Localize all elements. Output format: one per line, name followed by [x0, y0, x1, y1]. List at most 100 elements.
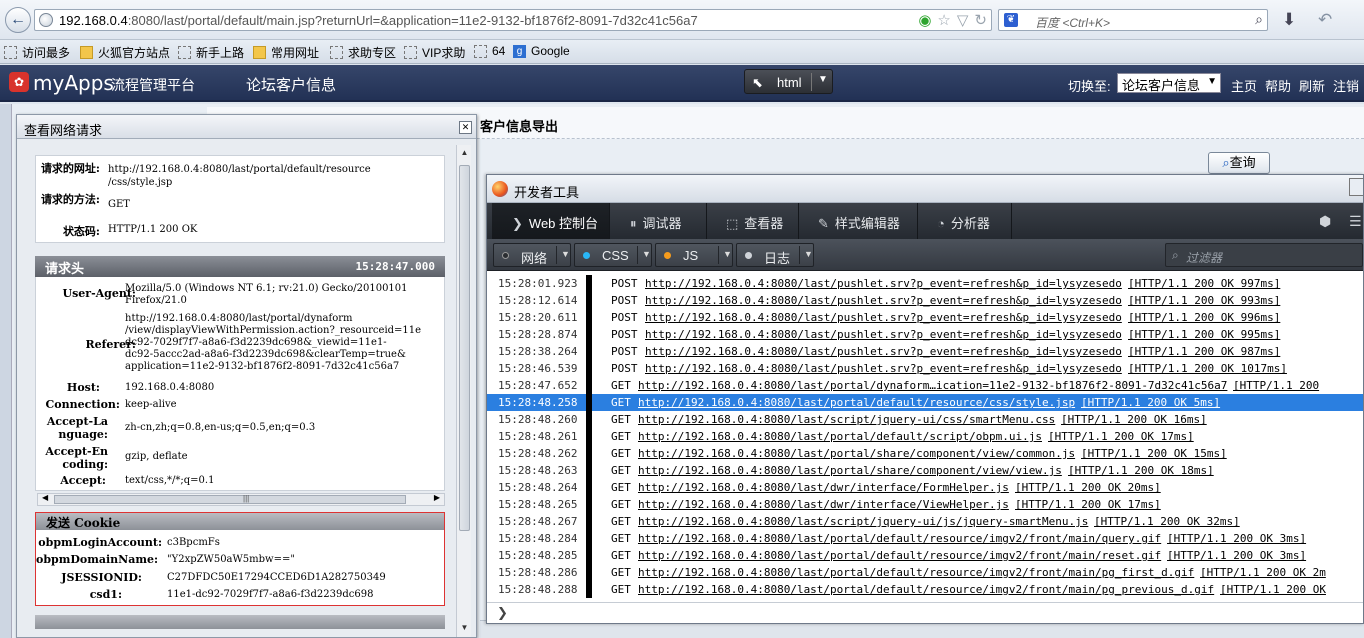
scroll-left-icon[interactable]: ◀ — [42, 493, 48, 502]
log-url-link[interactable]: http://192.168.0.4:8080/last/pushlet.srv… — [645, 277, 1122, 290]
log-status-link[interactable]: [HTTP/1.1 200 OK 16ms] — [1061, 413, 1207, 426]
chevron-down-icon[interactable]: ▼ — [818, 74, 828, 85]
bookmark-vip-help[interactable]: VIP求助 — [404, 44, 465, 61]
log-row[interactable]: 15:28:48.262 GET http://192.168.0.4:8080/l… — [487, 445, 1363, 462]
scroll-up-icon[interactable]: ▲ — [457, 148, 472, 157]
log-row[interactable]: 15:28:48.258 GET http://192.168.0.4:8080/l… — [487, 394, 1363, 411]
log-status-link[interactable]: [HTTP/1.1 200 OK 5ms] — [1081, 396, 1220, 409]
log-url-link[interactable]: http://192.168.0.4:8080/last/portal/defa… — [638, 566, 1194, 579]
filter-net-button[interactable]: 网络 ▼ — [493, 243, 571, 267]
log-url-link[interactable]: http://192.168.0.4:8080/last/script/jque… — [638, 515, 1088, 528]
log-status-link[interactable]: [HTTP/1.1 200 — [1233, 379, 1319, 392]
scroll-thumb[interactable] — [459, 165, 470, 531]
log-status-link[interactable]: [HTTP/1.1 200 OK 17ms] — [1015, 498, 1161, 511]
log-url-link[interactable]: http://192.168.0.4:8080/last/portal/shar… — [638, 447, 1075, 460]
log-url-link[interactable]: http://192.168.0.4:8080/last/pushlet.srv… — [645, 294, 1122, 307]
log-status-link[interactable]: [HTTP/1.1 200 OK 995ms] — [1128, 328, 1280, 341]
download-arrow-icon[interactable]: ⬇ — [1282, 10, 1296, 30]
tab-debugger[interactable]: ⏸ 调试器 — [610, 203, 707, 239]
scroll-thumb[interactable]: ||| — [54, 494, 406, 504]
log-status-link[interactable]: [HTTP/1.1 200 OK 17ms] — [1048, 430, 1194, 443]
log-row[interactable]: 15:28:01.923 POST http://192.168.0.4:8080/… — [487, 275, 1363, 292]
log-status-link[interactable]: [HTTP/1.1 200 OK 997ms] — [1128, 277, 1280, 290]
chevron-down-icon[interactable]: ▼ — [642, 249, 651, 259]
reload-icon[interactable]: ↻ — [974, 11, 987, 29]
log-row[interactable]: 15:28:48.260 GET http://192.168.0.4:8080/l… — [487, 411, 1363, 428]
scroll-down-icon[interactable]: ▼ — [457, 623, 472, 632]
log-url-link[interactable]: http://192.168.0.4:8080/last/pushlet.srv… — [645, 328, 1122, 341]
console-command-input[interactable]: ❯ — [487, 602, 1363, 623]
log-url-link[interactable]: http://192.168.0.4:8080/last/portal/dyna… — [638, 379, 1227, 392]
log-url-link[interactable]: http://192.168.0.4:8080/last/pushlet.srv… — [645, 345, 1122, 358]
log-row[interactable]: 15:28:38.264 POST http://192.168.0.4:8080/… — [487, 343, 1363, 360]
search-icon[interactable]: ⌕ — [1255, 11, 1263, 28]
console-filter-input[interactable]: ⌕ 过滤器 — [1165, 243, 1363, 267]
log-row[interactable]: 15:28:46.539 POST http://192.168.0.4:8080/… — [487, 360, 1363, 377]
nav-help-link[interactable]: 帮助 — [1265, 76, 1291, 95]
tab-web-console[interactable]: ❯ Web 控制台 — [492, 203, 610, 239]
bookmark-star-icon[interactable]: ☆ — [937, 11, 950, 29]
log-row[interactable]: 15:28:47.652 GET http://192.168.0.4:8080/l… — [487, 377, 1363, 394]
chevron-down-icon[interactable]: ▼ — [804, 249, 813, 259]
nav-refresh-link[interactable]: 刷新 — [1299, 76, 1325, 95]
log-row[interactable]: 15:28:48.284 GET http://192.168.0.4:8080/l… — [487, 530, 1363, 547]
search-input[interactable]: ❦ 百度 <Ctrl+K> ⌕ — [998, 9, 1268, 31]
bookmark-firefox-site[interactable]: 火狐官方站点 — [80, 44, 170, 61]
bookmark-64[interactable]: 64 — [474, 44, 505, 58]
log-status-link[interactable]: [HTTP/1.1 200 OK 32ms] — [1094, 515, 1240, 528]
chevron-down-icon[interactable]: ▼ — [723, 249, 732, 259]
log-status-link[interactable]: [HTTP/1.1 200 OK 18ms] — [1068, 464, 1214, 477]
tab-inspector[interactable]: ⬚ 查看器 — [707, 203, 799, 239]
log-url-link[interactable]: http://192.168.0.4:8080/last/portal/defa… — [638, 430, 1042, 443]
log-row[interactable]: 15:28:48.264 GET http://192.168.0.4:8080/l… — [487, 479, 1363, 496]
log-row[interactable]: 15:28:48.288 GET http://192.168.0.4:8080/l… — [487, 581, 1363, 598]
log-url-link[interactable]: http://192.168.0.4:8080/last/portal/defa… — [638, 549, 1161, 562]
home-icon[interactable]: ↶ — [1318, 10, 1332, 30]
filter-js-button[interactable]: JS ▼ — [655, 243, 733, 267]
log-row[interactable]: 15:28:48.263 GET http://192.168.0.4:8080/l… — [487, 462, 1363, 479]
history-dropdown-icon[interactable]: ▽ — [957, 11, 969, 29]
log-status-link[interactable]: [HTTP/1.1 200 OK 1017ms] — [1128, 362, 1287, 375]
horizontal-scrollbar[interactable]: ◀ ||| ▶ — [37, 493, 445, 506]
html-mode-toggle[interactable]: ⬉ html ▼ — [744, 69, 833, 94]
log-status-link[interactable]: [HTTP/1.1 200 OK — [1220, 583, 1326, 596]
log-row[interactable]: 15:28:20.611 POST http://192.168.0.4:8080/… — [487, 309, 1363, 326]
log-url-link[interactable]: http://192.168.0.4:8080/last/portal/defa… — [638, 396, 1075, 409]
log-url-link[interactable]: http://192.168.0.4:8080/last/dwr/interfa… — [638, 481, 1009, 494]
switch-to-select[interactable]: 论坛客户信息 ▼ — [1117, 73, 1221, 93]
bookmark-most-visited[interactable]: 访问最多 — [4, 44, 70, 61]
url-input[interactable]: 192.168.0.4:8080/last/portal/default/mai… — [34, 9, 992, 31]
filter-log-button[interactable]: 日志 ▼ — [736, 243, 814, 267]
tab-profiler[interactable]: ◔ 分析器 — [918, 203, 1012, 239]
log-status-link[interactable]: [HTTP/1.1 200 OK 15ms] — [1081, 447, 1227, 460]
vertical-scrollbar[interactable]: ▲ ▼ — [456, 145, 471, 637]
log-status-link[interactable]: [HTTP/1.1 200 OK 2m — [1200, 566, 1326, 579]
log-url-link[interactable]: http://192.168.0.4:8080/last/script/jque… — [638, 413, 1055, 426]
nav-logout-link[interactable]: 注销 — [1333, 76, 1359, 95]
nav-home-link[interactable]: 主页 — [1231, 76, 1257, 95]
chevron-down-icon[interactable]: ▼ — [561, 249, 570, 259]
log-row[interactable]: 15:28:48.267 GET http://192.168.0.4:8080/l… — [487, 513, 1363, 530]
log-status-link[interactable]: [HTTP/1.1 200 OK 20ms] — [1015, 481, 1161, 494]
bookmark-google[interactable]: g Google — [513, 44, 570, 58]
log-row[interactable]: 15:28:48.261 GET http://192.168.0.4:8080/l… — [487, 428, 1363, 445]
log-status-link[interactable]: [HTTP/1.1 200 OK 3ms] — [1167, 549, 1306, 562]
baidu-paw-icon[interactable]: ❦ — [1004, 13, 1018, 27]
log-status-link[interactable]: [HTTP/1.1 200 OK 987ms] — [1128, 345, 1280, 358]
log-url-link[interactable]: http://192.168.0.4:8080/last/pushlet.srv… — [645, 362, 1122, 375]
window-button[interactable] — [1349, 178, 1363, 196]
log-status-link[interactable]: [HTTP/1.1 200 OK 3ms] — [1167, 532, 1306, 545]
filter-css-button[interactable]: CSS ▼ — [574, 243, 652, 267]
close-icon[interactable]: ✕ — [459, 121, 472, 134]
log-url-link[interactable]: http://192.168.0.4:8080/last/pushlet.srv… — [645, 311, 1122, 324]
log-row[interactable]: 15:28:48.285 GET http://192.168.0.4:8080/l… — [487, 547, 1363, 564]
log-status-link[interactable]: [HTTP/1.1 200 OK 996ms] — [1128, 311, 1280, 324]
go-arrow-icon[interactable]: ◉ — [918, 11, 931, 29]
scratchpad-cube-icon[interactable]: ⬢ — [1319, 213, 1331, 230]
tab-style-editor[interactable]: ✎ 样式编辑器 — [799, 203, 918, 239]
query-button[interactable]: ⌕查询 — [1208, 152, 1270, 174]
log-url-link[interactable]: http://192.168.0.4:8080/last/portal/shar… — [638, 464, 1062, 477]
menu-icon[interactable]: ☰ — [1349, 213, 1362, 230]
back-arrow-icon[interactable]: ← — [5, 7, 31, 33]
log-row[interactable]: 15:28:48.286 GET http://192.168.0.4:8080/l… — [487, 564, 1363, 581]
